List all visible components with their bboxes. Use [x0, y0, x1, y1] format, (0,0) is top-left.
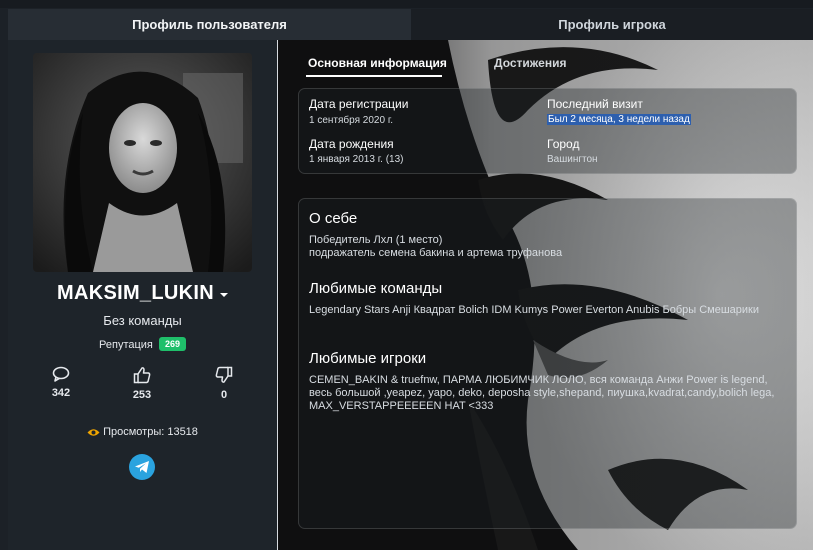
views: Просмотры: 13518 [8, 426, 277, 438]
about-line: Победитель Лхл (1 место) [309, 234, 443, 246]
tab-player-profile[interactable]: Профиль игрока [411, 9, 813, 40]
last-visit-value: Был 2 месяца, 3 недели назад [547, 114, 691, 125]
favorite-teams-text: Legendary Stars Anji Квадрат Bolich IDM … [309, 304, 760, 316]
views-text: Просмотры: 13518 [103, 426, 198, 438]
reputation-label: Репутация [99, 339, 153, 351]
caret-down-icon[interactable] [219, 292, 228, 297]
team-name: Без команды [103, 313, 182, 328]
comments-stat[interactable]: 342 [41, 366, 81, 399]
about-title: О себе [309, 210, 358, 227]
registration-value: 1 сентября 2020 г. [309, 115, 394, 126]
tab-achievements[interactable]: Достижения [494, 56, 566, 70]
telegram-icon [135, 461, 149, 473]
tab-user-profile[interactable]: Профиль пользователя [8, 9, 411, 40]
likes-stat[interactable]: 253 [122, 366, 162, 401]
comments-count: 342 [51, 387, 71, 399]
dislikes-count: 0 [220, 389, 228, 401]
avatar [33, 53, 252, 272]
favorite-teams-title: Любимые команды [309, 280, 443, 297]
active-tab-underline [306, 75, 442, 77]
city-label: Город [547, 137, 580, 151]
username: MAKSIM_LUKIN [57, 282, 214, 304]
reputation-badge: 269 [158, 337, 186, 351]
comment-icon [52, 366, 70, 382]
profile-sidebar: MAKSIM_LUKIN Без команды Репутация 269 3… [8, 40, 277, 550]
last-visit-label: Последний визит [547, 97, 643, 111]
eye-icon [87, 429, 100, 436]
last-visit-selection: Был 2 месяца, 3 недели назад [547, 114, 691, 125]
dislikes-stat[interactable]: 0 [204, 366, 244, 401]
about-text: Победитель Лхл (1 место) подражатель сем… [309, 234, 779, 260]
reputation: Репутация 269 [8, 337, 277, 351]
profile-tabs: Профиль пользователя Профиль игрока [8, 9, 813, 40]
favorite-players-text: CEMEN_BAKIN & truefnw, ПАРМА ЛЮБИМЧИК ЛО… [309, 374, 775, 412]
about-line: подражатель семена бакина и артема труфа… [309, 247, 563, 259]
username-row[interactable]: MAKSIM_LUKIN [8, 282, 277, 305]
birth-label: Дата рождения [309, 137, 394, 151]
thumbs-down-icon [215, 366, 233, 383]
likes-count: 253 [132, 389, 152, 401]
tab-main-info[interactable]: Основная информация [308, 56, 447, 70]
birth-value: 1 января 2013 г. (13) [309, 154, 404, 165]
city-value: Вашингтон [547, 154, 598, 165]
registration-label: Дата регистрации [309, 97, 409, 111]
top-strip [0, 0, 813, 8]
thumbs-up-icon [133, 367, 151, 384]
profile-content: Основная информация Достижения Дата реги… [278, 40, 813, 550]
telegram-button[interactable] [129, 454, 155, 480]
favorite-players-title: Любимые игроки [309, 350, 427, 367]
